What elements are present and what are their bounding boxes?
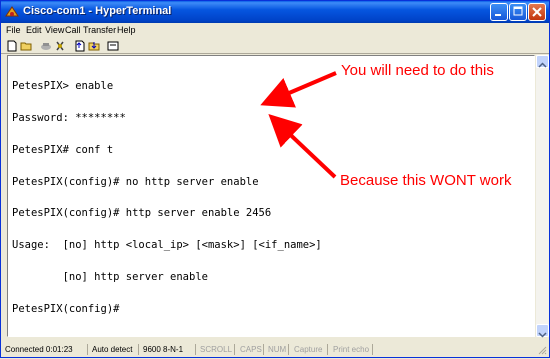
scroll-up-button[interactable]: [536, 55, 549, 68]
receive-icon[interactable]: [88, 40, 100, 52]
scroll-up-icon: [538, 62, 547, 68]
minimize-icon: [495, 14, 501, 16]
menu-edit[interactable]: Edit: [26, 25, 42, 35]
resize-grip-icon[interactable]: [537, 345, 547, 355]
terminal-line: [no] http server enable: [12, 270, 208, 283]
menu-transfer[interactable]: Transfer: [83, 25, 116, 35]
connect-icon[interactable]: [40, 40, 52, 52]
maximize-button[interactable]: [509, 3, 527, 21]
close-icon: [532, 7, 542, 17]
terminal-area[interactable]: PetesPIX> enable Password: ******** Pete…: [7, 55, 535, 337]
status-num: NUM: [268, 345, 287, 354]
open-icon[interactable]: [20, 40, 32, 52]
annotation-bottom: Because this WONT work: [340, 172, 512, 189]
close-button[interactable]: [528, 3, 546, 21]
status-print-echo: Print echo: [333, 345, 370, 354]
new-icon[interactable]: [6, 40, 18, 52]
status-bar: Connected 0:01:23 Auto detect 9600 8-N-1…: [1, 342, 549, 357]
window-title: Cisco-com1 - HyperTerminal: [23, 5, 172, 17]
terminal-line: PetesPIX(config)# http server enable 245…: [12, 207, 272, 220]
annotation-top: You will need to do this: [341, 62, 494, 79]
menu-call[interactable]: Call: [65, 25, 81, 35]
toolbar: [1, 39, 549, 54]
hyperterminal-app-icon: [5, 6, 19, 17]
scroll-down-button[interactable]: [536, 324, 549, 338]
terminal-output: PetesPIX> enable Password: ******** Pete…: [12, 60, 322, 335]
menu-view[interactable]: View: [45, 25, 64, 35]
menu-file[interactable]: File: [6, 25, 21, 35]
status-connected: Connected 0:01:23: [5, 345, 73, 354]
send-icon[interactable]: [74, 40, 86, 52]
properties-icon[interactable]: [107, 40, 119, 52]
status-settings: 9600 8-N-1: [143, 345, 184, 354]
minimize-button[interactable]: [490, 3, 508, 21]
terminal-line: PetesPIX(config)# no http server enable: [12, 175, 259, 188]
hyperterminal-window: Cisco-com1 - HyperTerminal File Edit Vie…: [0, 0, 550, 358]
terminal-line: PetesPIX# conf t: [12, 143, 114, 156]
scroll-down-icon: [538, 332, 547, 338]
title-bar[interactable]: Cisco-com1 - HyperTerminal: [1, 1, 549, 23]
terminal-line: PetesPIX> enable: [12, 80, 114, 93]
status-capture: Capture: [294, 345, 323, 354]
terminal-line: Usage: [no] http <local_ip> [<mask>] [<i…: [12, 239, 322, 252]
status-detect: Auto detect: [92, 345, 133, 354]
terminal-line: Password: ********: [12, 111, 126, 124]
terminal-line: PetesPIX(config)#: [12, 302, 120, 315]
menu-help[interactable]: Help: [117, 25, 136, 35]
menu-bar: File Edit View Call Transfer Help: [1, 23, 549, 39]
status-scroll: SCROLL: [200, 345, 233, 354]
vertical-scrollbar[interactable]: [536, 55, 549, 338]
status-caps: CAPS: [240, 345, 262, 354]
disconnect-icon[interactable]: [54, 40, 66, 52]
maximize-icon: [513, 6, 523, 16]
